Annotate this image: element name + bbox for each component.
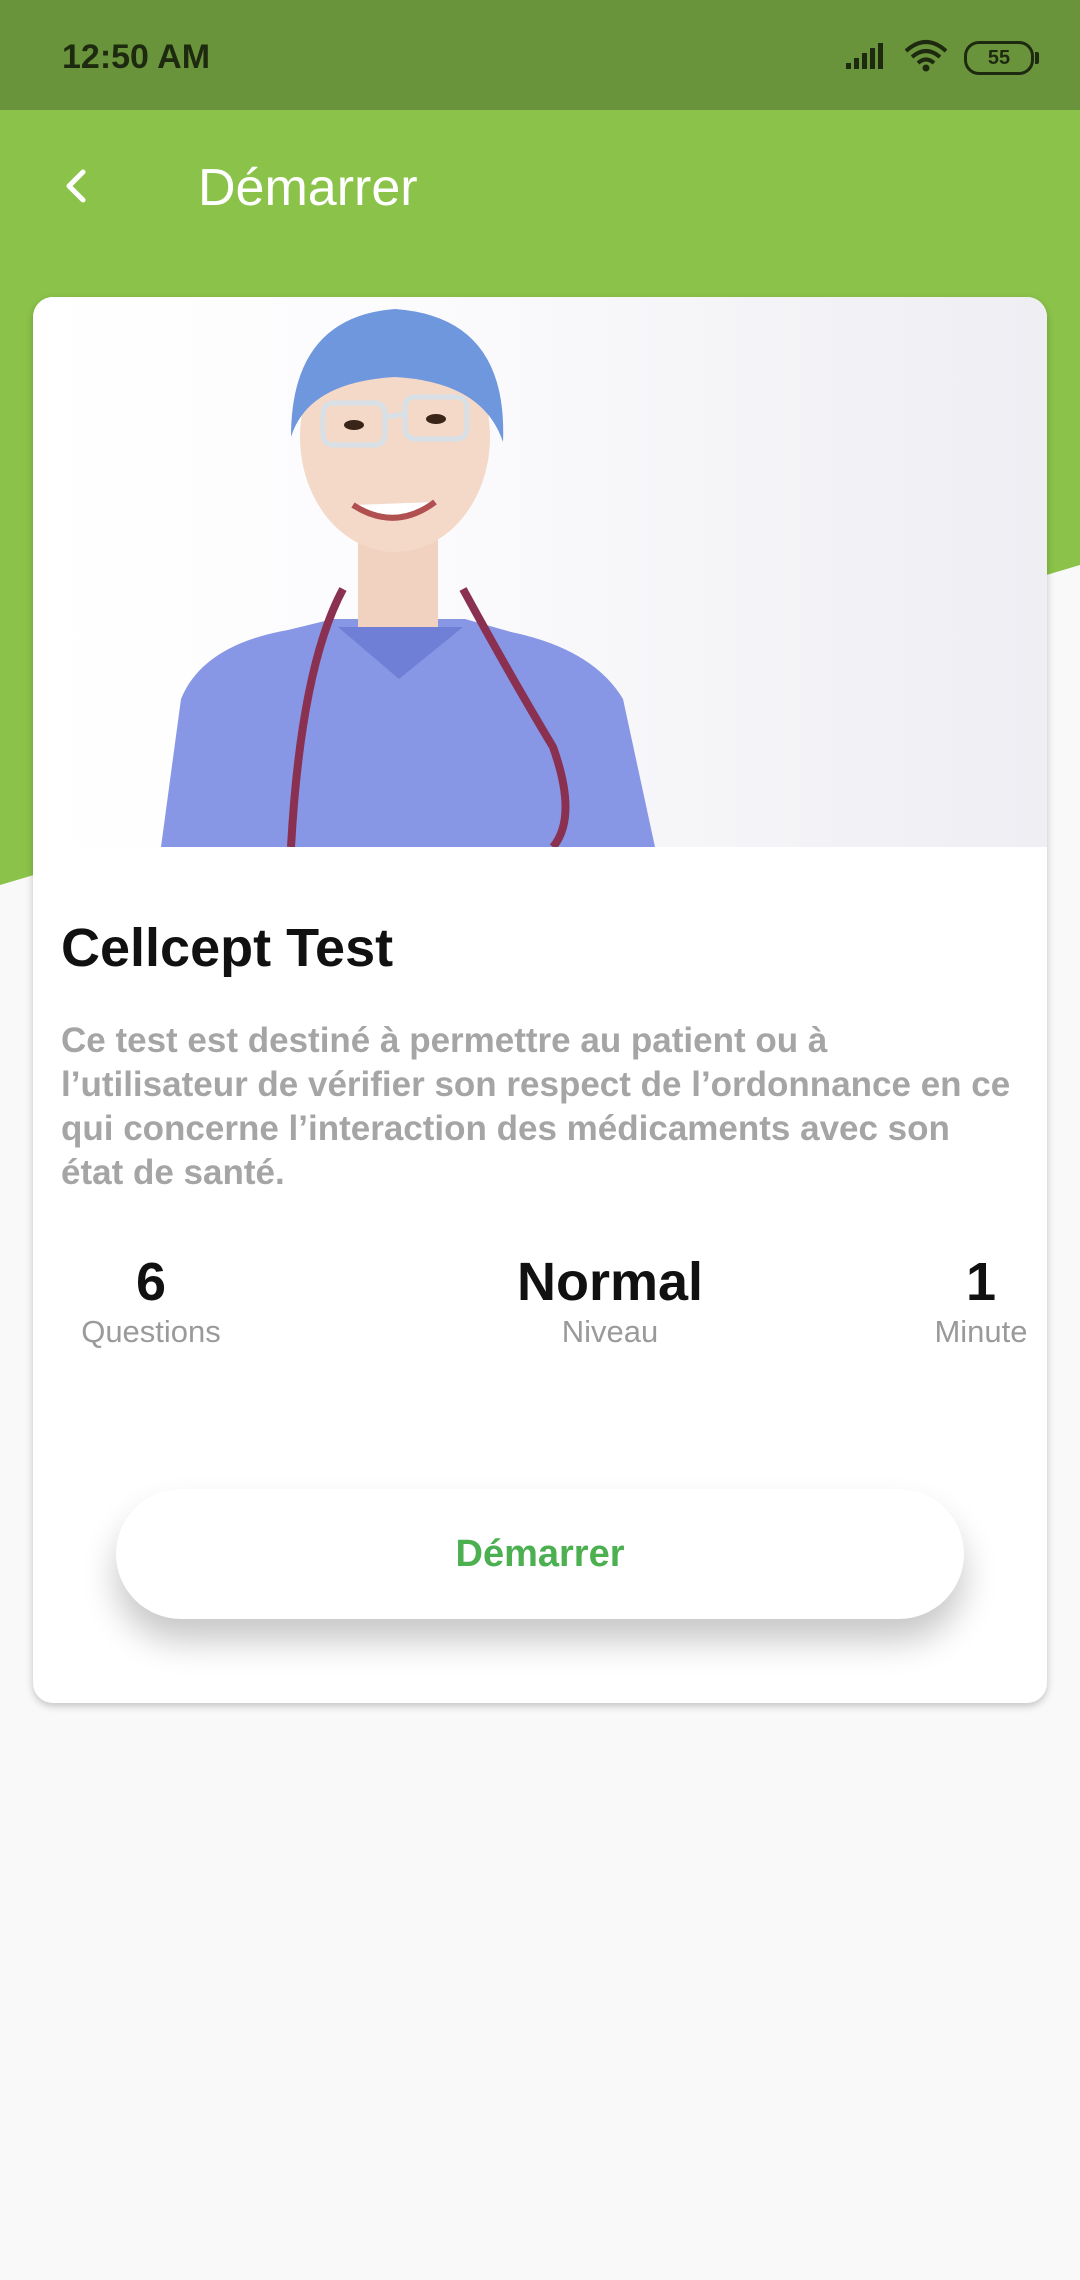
stat-duration-value: 1: [965, 1252, 997, 1312]
status-time: 12:50 AM: [62, 38, 211, 76]
hero-image: [33, 297, 1047, 847]
quiz-description: Ce test est destiné à permettre au patie…: [61, 1021, 1011, 1192]
quiz-card: Cellcept Test Ce test est destiné à perm…: [33, 297, 1047, 1703]
quiz-title: Cellcept Test: [61, 918, 394, 978]
chevron-left-icon: [61, 166, 91, 211]
back-button[interactable]: [44, 156, 108, 220]
stat-level: Normal Niveau: [450, 1252, 770, 1352]
status-bar: 12:50 AM 55: [0, 0, 1080, 110]
stat-level-label: Niveau: [561, 1314, 659, 1349]
stat-questions-label: Questions: [81, 1314, 221, 1349]
status-icons: 55: [844, 38, 1039, 78]
stat-duration: 1 Minute: [901, 1252, 1047, 1352]
app-bar: Démarrer: [0, 110, 1080, 270]
stat-level-value: Normal: [516, 1252, 704, 1312]
page-title: Démarrer: [198, 159, 418, 217]
stat-questions-value: 6: [135, 1252, 167, 1312]
start-button[interactable]: Démarrer: [116, 1489, 964, 1619]
stat-duration-label: Minute: [934, 1314, 1028, 1349]
battery-icon: 55: [964, 41, 1039, 75]
wifi-icon: [904, 39, 948, 78]
signal-icon: [844, 41, 888, 76]
stat-questions: 6 Questions: [61, 1252, 241, 1352]
